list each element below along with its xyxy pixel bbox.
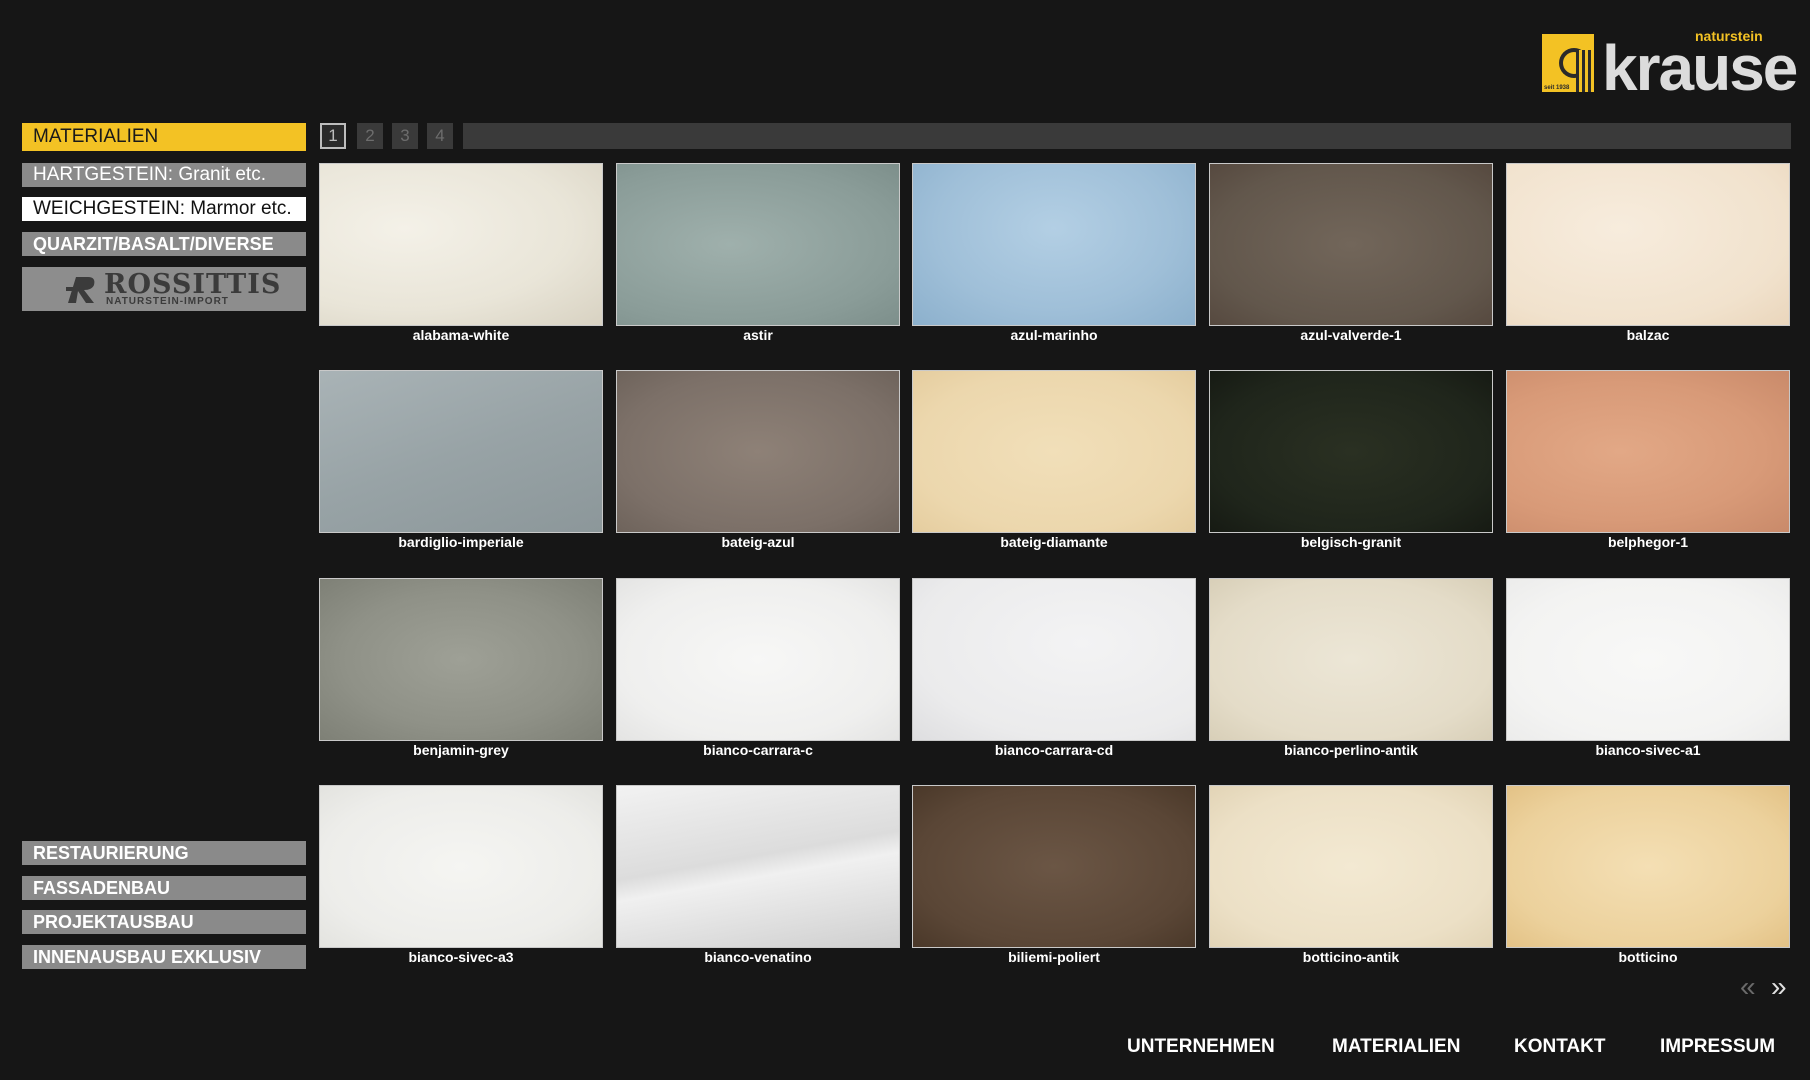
material-tile[interactable] [319,578,603,741]
material-label[interactable]: balzac [1506,327,1790,343]
logo-since: seit 1938 [1544,85,1570,91]
material-label[interactable]: astir [616,327,900,343]
next-page-icon[interactable]: » [1771,973,1787,1001]
logo-brand: krause [1602,32,1798,104]
material-tile[interactable] [1209,578,1493,741]
material-label[interactable]: bianco-sivec-a1 [1506,742,1790,758]
material-tile[interactable] [1209,785,1493,948]
page-button-2[interactable]: 2 [357,123,383,149]
material-tile[interactable] [616,163,900,326]
material-tile[interactable] [1506,370,1790,533]
logo-emblem-icon: seit 1938 [1542,34,1594,92]
sidebar-item-fassadenbau[interactable]: FASSADENBAU [22,876,306,900]
material-label[interactable]: belgisch-granit [1209,534,1493,550]
material-label[interactable]: bateig-azul [616,534,900,550]
material-tile[interactable] [912,785,1196,948]
footer-link-kontakt[interactable]: KONTAKT [1514,1036,1605,1058]
material-label[interactable]: botticino-antik [1209,949,1493,965]
sidebar-item-quarzit[interactable]: QUARZIT/BASALT/DIVERSE [22,232,306,256]
material-label[interactable]: bianco-venatino [616,949,900,965]
material-label[interactable]: bardiglio-imperiale [319,534,603,550]
material-label[interactable]: bianco-carrara-cd [912,742,1196,758]
material-tile[interactable] [1506,163,1790,326]
sidebar-item-innenausbau[interactable]: INNENAUSBAU EXKLUSIV [22,945,306,969]
material-label[interactable]: azul-marinho [912,327,1196,343]
material-label[interactable]: bianco-sivec-a3 [319,949,603,965]
material-label[interactable]: botticino [1506,949,1790,965]
material-tile[interactable] [616,370,900,533]
material-tile[interactable] [1506,785,1790,948]
material-label[interactable]: benjamin-grey [319,742,603,758]
prev-page-icon[interactable]: « [1740,973,1756,1001]
page-button-3[interactable]: 3 [392,123,418,149]
material-label[interactable]: bateig-diamante [912,534,1196,550]
material-tile[interactable] [912,578,1196,741]
sidebar-item-projektausbau[interactable]: PROJEKTAUSBAU [22,910,306,934]
material-label[interactable]: azul-valverde-1 [1209,327,1493,343]
page-button-4[interactable]: 4 [427,123,453,149]
material-tile[interactable] [319,370,603,533]
sidebar-item-restaurierung[interactable]: RESTAURIERUNG [22,841,306,865]
material-label[interactable]: biliemi-poliert [912,949,1196,965]
sidebar-item-weichgestein[interactable]: WEICHGESTEIN: Marmor etc. [22,197,306,221]
pager-track [463,123,1791,149]
material-tile[interactable] [912,163,1196,326]
page-button-1[interactable]: 1 [320,123,346,149]
material-tile[interactable] [616,578,900,741]
material-tile[interactable] [1209,163,1493,326]
material-label[interactable]: bianco-carrara-c [616,742,900,758]
material-tile[interactable] [319,785,603,948]
material-tile[interactable] [1506,578,1790,741]
rossittis-sub: NATURSTEIN-IMPORT [106,296,229,307]
material-tile[interactable] [1209,370,1493,533]
footer-link-unternehmen[interactable]: UNTERNEHMEN [1127,1036,1275,1058]
sidebar-header-materialien[interactable]: MATERIALIEN [22,123,306,151]
rossittis-partner-logo[interactable]: ROSSITTIS NATURSTEIN-IMPORT [22,267,306,311]
sidebar-item-hartgestein[interactable]: HARTGESTEIN: Granit etc. [22,163,306,187]
material-label[interactable]: alabama-white [319,327,603,343]
rossittis-mark-icon [64,273,98,305]
footer-link-materialien[interactable]: MATERIALIEN [1332,1036,1460,1058]
footer-link-impressum[interactable]: IMPRESSUM [1660,1036,1775,1058]
krause-logo[interactable]: seit 1938 naturstein krause [1542,28,1798,100]
material-tile[interactable] [912,370,1196,533]
material-label[interactable]: bianco-perlino-antik [1209,742,1493,758]
material-tile[interactable] [616,785,900,948]
material-label[interactable]: belphegor-1 [1506,534,1790,550]
material-tile[interactable] [319,163,603,326]
